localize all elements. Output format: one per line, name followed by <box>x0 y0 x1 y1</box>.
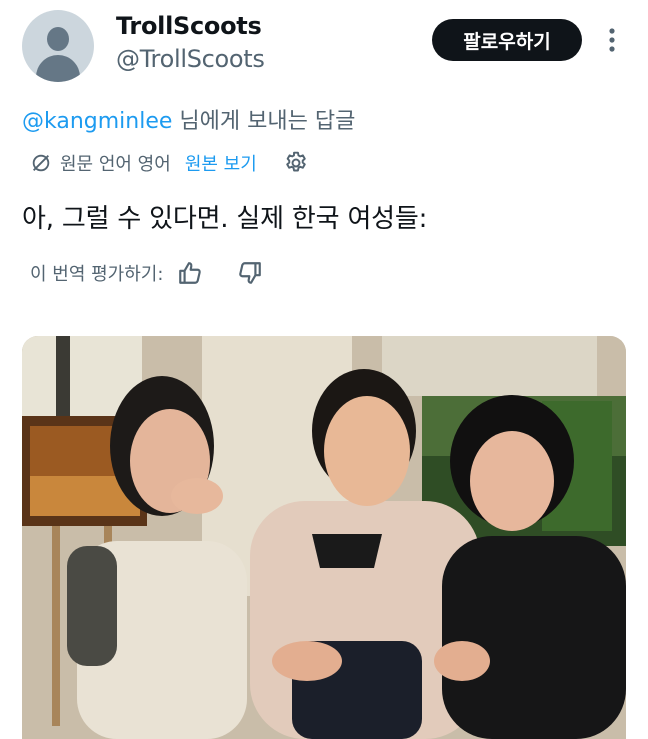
translation-bar: 원문 언어 영어 원본 보기 <box>30 149 309 177</box>
tweet-text: 아, 그럴 수 있다면. 실제 한국 여성들: <box>22 204 428 234</box>
reply-mention-link[interactable]: @kangminlee <box>22 109 172 134</box>
thumbs-down-icon[interactable] <box>237 260 263 286</box>
rate-translation-bar: 이 번역 평가하기: <box>30 258 263 288</box>
avatar-head-shape <box>47 27 69 51</box>
original-language-label: 원문 언어 영어 <box>60 154 171 175</box>
photo-illustration <box>22 336 626 739</box>
show-original-link[interactable]: 원본 보기 <box>185 150 257 176</box>
translate-icon <box>32 154 50 172</box>
thumbs-up-icon[interactable] <box>177 260 203 286</box>
author-handle[interactable]: @TrollScoots <box>116 45 265 73</box>
author-avatar[interactable] <box>22 10 94 82</box>
attached-photo[interactable] <box>22 336 626 739</box>
avatar-body-shape <box>36 55 80 82</box>
more-options-icon[interactable] <box>604 26 620 54</box>
replying-to: @kangminlee 님에게 보내는 답글 <box>22 103 355 135</box>
gear-icon[interactable] <box>283 150 309 176</box>
follow-button[interactable]: 팔로우하기 <box>432 19 582 61</box>
reply-suffix: 님에게 보내는 답글 <box>172 109 356 134</box>
rate-translation-label: 이 번역 평가하기: <box>30 264 164 285</box>
author-display-name[interactable]: TrollScoots <box>116 12 262 40</box>
